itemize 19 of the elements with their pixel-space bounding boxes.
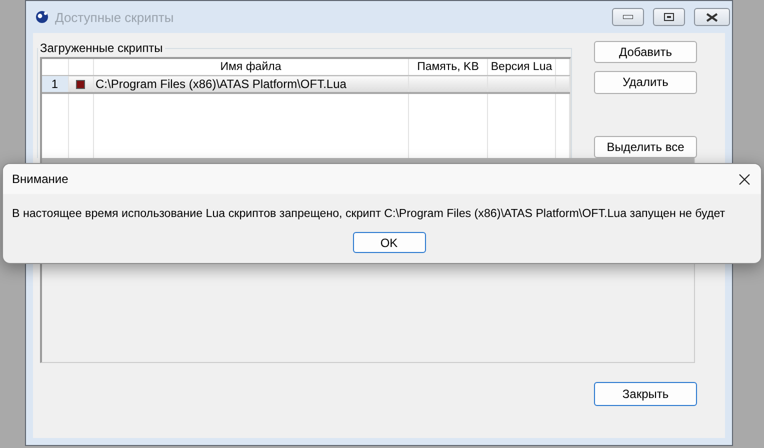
- row-number: 1: [42, 76, 68, 93]
- group-title: Загруженные скрипты: [39, 41, 164, 55]
- maximize-button[interactable]: [653, 8, 685, 26]
- window-title: Доступные скрипты: [55, 10, 175, 24]
- close-window-button[interactable]: Закрыть: [594, 382, 697, 406]
- app-logo-icon: [35, 10, 49, 24]
- close-icon: [738, 174, 750, 184]
- remove-button[interactable]: Удалить: [594, 71, 697, 94]
- select-all-button[interactable]: Выделить все: [594, 136, 697, 158]
- close-icon: [706, 12, 718, 22]
- add-button[interactable]: Добавить: [594, 41, 697, 64]
- maximize-icon: [664, 13, 674, 21]
- minimize-button[interactable]: [612, 8, 644, 26]
- file-cell: C:\Program Files (x86)\ATAS Platform\OFT.Lua: [93, 76, 408, 93]
- close-button[interactable]: [694, 8, 730, 26]
- minimize-icon: [623, 15, 633, 19]
- dialog-title: Внимание: [12, 172, 70, 186]
- ok-button[interactable]: OK: [352, 232, 426, 253]
- dialog-message: В настоящее время использование Lua скриптов запрещено, скрипт C:\Program Files (x86)\ATAS Platform\OFT.Lua запущен не будет: [11, 206, 726, 220]
